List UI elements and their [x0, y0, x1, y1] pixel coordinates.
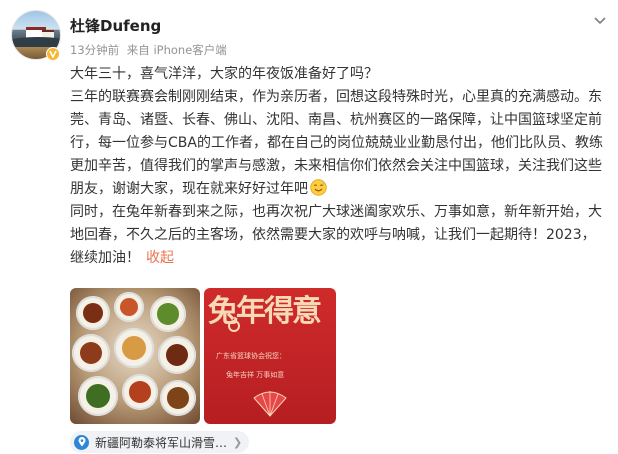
- post-paragraph: 同时，在兔年新春到来之际，也再次祝广大球迷阖家欢乐、万事如意，新年新开始，大地回…: [70, 201, 608, 270]
- greeting-line: 兔年吉祥 万事如意: [226, 371, 285, 379]
- post-meta: 13分钟前 来自 iPhone客户端: [70, 42, 231, 58]
- post-paragraph-text: 三年的联赛赛会制刚刚结束，作为亲历者，回想这段特殊时光，心里真的充满感动。东莞、…: [70, 89, 603, 197]
- dish-shape: [114, 292, 144, 322]
- location-label: 新疆阿勒泰将军山滑雪…: [95, 435, 228, 450]
- greeting-line: 广东省篮球协会祝您：: [216, 352, 286, 360]
- basketball-icon: [228, 320, 240, 332]
- post-time[interactable]: 13分钟前: [70, 43, 119, 57]
- dish-shape: [114, 328, 154, 368]
- chevron-right-icon: ❯: [233, 435, 243, 449]
- post-source: 来自 iPhone客户端: [126, 43, 227, 57]
- username[interactable]: 杜锋Dufeng: [70, 15, 161, 36]
- dish-shape: [76, 296, 110, 330]
- verified-badge-icon: [46, 47, 60, 61]
- collapse-link[interactable]: 收起: [146, 250, 174, 266]
- post-content: 大年三十，喜气洋洋，大家的年夜饭准备好了吗？ 三年的联赛赛会制刚刚结束，作为亲历…: [70, 63, 608, 270]
- dish-shape: [122, 374, 158, 410]
- post-image-greeting[interactable]: 兔年得意 广东省篮球协会祝您： 兔年吉祥 万事如意: [204, 288, 336, 424]
- chevron-down-icon[interactable]: [591, 12, 609, 30]
- dish-shape: [72, 334, 110, 372]
- location-tag[interactable]: 新疆阿勒泰将军山滑雪… ❯: [70, 431, 249, 453]
- dish-shape: [160, 380, 196, 416]
- fan-icon: [253, 391, 287, 417]
- location-pin-icon: [74, 434, 89, 450]
- smiling-sweat-emoji-icon: [310, 179, 327, 196]
- avatar-hill-shape: [12, 37, 60, 47]
- post-paragraph: 三年的联赛赛会制刚刚结束，作为亲历者，回想这段特殊时光，心里真的充满感动。东莞、…: [70, 86, 608, 201]
- post-paragraph: 大年三十，喜气洋洋，大家的年夜饭准备好了吗？: [70, 66, 378, 82]
- post-image-dinner[interactable]: [70, 288, 200, 424]
- dish-shape: [78, 376, 118, 416]
- dish-shape: [150, 296, 186, 332]
- dish-shape: [158, 336, 196, 374]
